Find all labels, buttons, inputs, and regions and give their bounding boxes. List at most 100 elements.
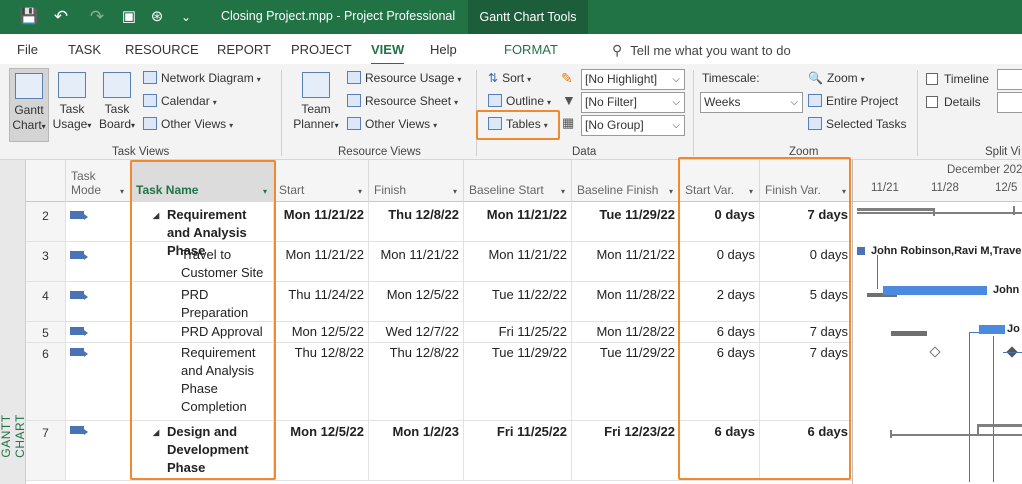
highlight-dropdown[interactable]: [No Highlight] ⌵ <box>581 69 685 90</box>
baseline-bar[interactable] <box>891 331 927 336</box>
tab-report[interactable]: REPORT <box>217 42 271 57</box>
timeline-checkbox[interactable]: Timeline <box>926 72 989 86</box>
task-name-cell[interactable]: Travel to Customer Site <box>131 242 274 281</box>
sort-button[interactable]: ⇅ Sort ▾ <box>488 71 531 85</box>
tab-task[interactable]: TASK <box>68 42 101 57</box>
baseline-finish-cell[interactable]: Mon 11/28/22 <box>572 322 680 342</box>
customize-toolbar-icon[interactable]: ⌄ <box>178 7 194 27</box>
finish-var-cell[interactable]: 6 days <box>760 421 852 480</box>
gantt-chart-button[interactable]: Gantt Chart▾ <box>9 68 49 142</box>
table-row[interactable]: 6 Requirement and Analysis Phase Complet… <box>26 343 852 421</box>
baseline-start-cell[interactable]: Tue 11/29/22 <box>464 343 572 420</box>
finish-cell[interactable]: Mon 1/2/23 <box>369 421 464 480</box>
undo-icon[interactable]: ↶ <box>50 7 72 27</box>
save-icon[interactable]: 💾 <box>18 7 40 27</box>
finish-cell[interactable]: Thu 12/8/22 <box>369 343 464 420</box>
baseline-start-cell[interactable]: Tue 11/22/22 <box>464 282 572 321</box>
header-start[interactable]: Start ▾ <box>274 160 369 202</box>
start-cell[interactable]: Thu 11/24/22 <box>274 282 369 321</box>
other-resource-views-button[interactable]: Other Views ▾ <box>347 117 437 131</box>
start-cell[interactable]: Thu 12/8/22 <box>274 343 369 420</box>
redo-icon[interactable]: ↷ <box>86 7 108 27</box>
baseline-milestone[interactable] <box>929 346 941 358</box>
details-view-dropdown[interactable] <box>997 92 1022 113</box>
details-checkbox[interactable]: Details <box>926 95 981 109</box>
task-name-cell[interactable]: ◢ Requirement and Analysis Phase <box>131 202 274 258</box>
table-row[interactable]: 5 PRD Approval Mon 12/5/22 Wed 12/7/22 F… <box>26 322 852 343</box>
touch-mode-icon[interactable]: ▣ <box>118 7 140 27</box>
task-bar[interactable] <box>979 325 1005 334</box>
calendar-button[interactable]: Calendar ▾ <box>143 94 217 108</box>
baseline-summary-bar[interactable] <box>890 434 1022 436</box>
task-usage-button[interactable]: Task Usage▾ <box>52 68 92 142</box>
zoom-button[interactable]: 🔍 Zoom ▾ <box>808 71 865 85</box>
table-row[interactable]: 2 ◢ Requirement and Analysis Phase Mon 11… <box>26 202 852 258</box>
task-name-cell[interactable]: ◢ Design and Development Phase <box>131 421 274 480</box>
baseline-finish-cell[interactable]: Tue 11/29/22 <box>572 343 680 420</box>
start-var-cell[interactable]: 0 days <box>680 242 760 281</box>
tab-view[interactable]: VIEW <box>371 42 405 65</box>
header-finish[interactable]: Finish ▾ <box>369 160 464 202</box>
start-var-cell[interactable]: 6 days <box>680 322 760 342</box>
resource-usage-button[interactable]: Resource Usage ▾ <box>347 71 461 85</box>
tables-button[interactable]: Tables ▾ <box>488 117 548 131</box>
tab-file[interactable]: File <box>17 42 38 57</box>
start-cell[interactable]: Mon 11/21/22 <box>274 242 369 281</box>
baseline-finish-cell[interactable]: Mon 11/28/22 <box>572 282 680 321</box>
start-var-cell[interactable]: 0 days <box>680 202 760 241</box>
baseline-finish-cell[interactable]: Fri 12/23/22 <box>572 421 680 480</box>
team-planner-button[interactable]: Team Planner▾ <box>288 68 344 142</box>
baseline-finish-cell[interactable]: Mon 11/21/22 <box>572 242 680 281</box>
task-board-button[interactable]: Task Board▾ <box>95 68 139 142</box>
resource-sheet-button[interactable]: Resource Sheet ▾ <box>347 94 458 108</box>
summary-bar[interactable] <box>977 424 1022 427</box>
header-task-name[interactable]: Task Name ▾ <box>131 160 274 202</box>
header-finish-var[interactable]: Finish Var. ▾ <box>760 160 852 202</box>
header-task-mode[interactable]: Task Mode ▾ <box>66 160 131 202</box>
finish-var-cell[interactable]: 5 days <box>760 282 852 321</box>
task-bar[interactable] <box>857 247 865 255</box>
table-row[interactable]: 3 Travel to Customer Site Mon 11/21/22 M… <box>26 242 852 282</box>
finish-cell[interactable]: Mon 12/5/22 <box>369 282 464 321</box>
baseline-start-cell[interactable]: Mon 11/21/22 <box>464 202 572 241</box>
task-name-cell[interactable]: PRD Preparation <box>131 282 274 321</box>
baseline-start-cell[interactable]: Fri 11/25/22 <box>464 421 572 480</box>
timeline-view-dropdown[interactable] <box>997 69 1022 90</box>
tab-help[interactable]: Help <box>430 42 457 57</box>
group-dropdown[interactable]: [No Group] ⌵ <box>581 115 685 136</box>
other-task-views-button[interactable]: Other Views ▾ <box>143 117 233 131</box>
filter-dropdown[interactable]: [No Filter] ⌵ <box>581 92 685 113</box>
start-var-cell[interactable]: 2 days <box>680 282 760 321</box>
header-baseline-finish[interactable]: Baseline Finish ▾ <box>572 160 680 202</box>
tell-me-search[interactable]: ⚲ Tell me what you want to do <box>612 42 791 59</box>
task-name-cell[interactable]: PRD Approval <box>131 322 274 342</box>
tab-format[interactable]: FORMAT <box>504 42 558 57</box>
collapse-icon[interactable]: ◢ <box>153 424 159 442</box>
entire-project-button[interactable]: Entire Project <box>808 94 898 108</box>
finish-var-cell[interactable]: 7 days <box>760 202 852 241</box>
start-cell[interactable]: Mon 12/5/22 <box>274 322 369 342</box>
finish-cell[interactable]: Wed 12/7/22 <box>369 322 464 342</box>
start-var-cell[interactable]: 6 days <box>680 343 760 420</box>
selected-tasks-button[interactable]: Selected Tasks <box>808 117 907 131</box>
header-baseline-start[interactable]: Baseline Start ▾ <box>464 160 572 202</box>
gantt-chart-pane[interactable]: December 202 11/21 11/28 12/5 John Robin… <box>852 160 1022 484</box>
finish-cell[interactable]: Thu 12/8/22 <box>369 202 464 241</box>
start-cell[interactable]: Mon 11/21/22 <box>274 202 369 241</box>
task-bar[interactable] <box>883 286 987 295</box>
collapse-icon[interactable]: ◢ <box>153 207 159 225</box>
tab-project[interactable]: PROJECT <box>291 42 352 57</box>
table-row[interactable]: 7 ◢ Design and Development Phase Mon 12/5… <box>26 421 852 481</box>
baseline-start-cell[interactable]: Fri 11/25/22 <box>464 322 572 342</box>
network-diagram-button[interactable]: Network Diagram ▾ <box>143 71 261 85</box>
start-var-cell[interactable]: 6 days <box>680 421 760 480</box>
table-row[interactable]: 4 PRD Preparation Thu 11/24/22 Mon 12/5/… <box>26 282 852 322</box>
accessibility-icon[interactable]: ⊛ <box>146 7 168 27</box>
start-cell[interactable]: Mon 12/5/22 <box>274 421 369 480</box>
finish-cell[interactable]: Mon 11/21/22 <box>369 242 464 281</box>
tab-resource[interactable]: RESOURCE <box>125 42 199 57</box>
summary-bar[interactable] <box>857 212 1022 214</box>
finish-var-cell[interactable]: 7 days <box>760 322 852 342</box>
row-id-header[interactable] <box>26 160 66 202</box>
task-name-cell[interactable]: Requirement and Analysis Phase Completio… <box>131 343 274 420</box>
